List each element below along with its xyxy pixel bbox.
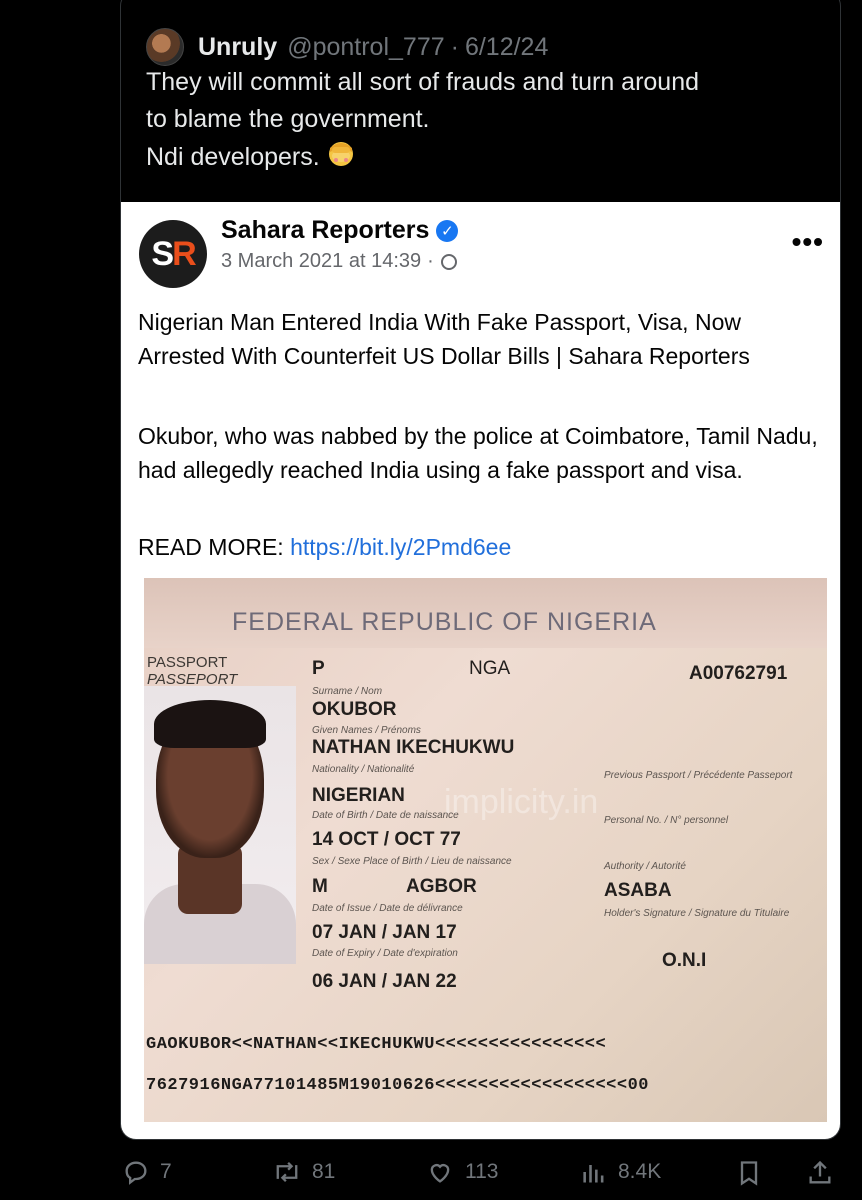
globe-icon (440, 253, 457, 270)
bookmark-icon (740, 1161, 758, 1186)
meta-separator: · (427, 250, 434, 272)
passport-label-en: PASSPORT (147, 654, 228, 671)
heart-icon (430, 1164, 450, 1183)
share-icon (809, 1160, 831, 1184)
passport-number: A00762791 (689, 663, 788, 684)
passport-dob: 14 OCT / OCT 77 (312, 829, 461, 850)
passport-authority: ASABA (604, 880, 672, 901)
passport-issue-date: 07 JAN / JAN 17 (312, 922, 457, 943)
post-headline: Nigerian Man Entered India With Fake Pas… (138, 309, 750, 369)
verified-badge-icon: ✓ (436, 219, 459, 242)
label-expiry: Date of Expiry / Date d'expiration (312, 948, 458, 959)
quoted-post-text: They will commit all sort of frauds and … (146, 68, 700, 171)
label-previous-passport: Previous Passport / Précédente Passeport (604, 770, 793, 781)
repost-icon (276, 1161, 298, 1183)
quoted-post-header: Unruly @pontrol_777 · 6/12/24 (146, 25, 548, 69)
verified-check: ✓ (441, 222, 454, 240)
views-button[interactable]: 8.4K (580, 1158, 661, 1186)
passport-nationality: NIGERIAN (312, 785, 405, 806)
logo-letter-r: R (172, 234, 197, 273)
face-palm-emoji-icon (324, 138, 358, 170)
passport-mrz-line-2: 7627916NGA77101485M19010626<<<<<<<<<<<<<… (146, 1076, 649, 1095)
views-count: 8.4K (618, 1160, 662, 1183)
page-name[interactable]: Sahara Reporters (221, 216, 429, 245)
label-sex-place: Sex / Sexe Place of Birth / Lieu de nais… (312, 856, 512, 867)
post-date[interactable]: 6/12/24 (465, 33, 548, 62)
post-timestamp[interactable]: 3 March 2021 at 14:39 (221, 250, 421, 273)
quoted-post-card[interactable]: Unruly @pontrol_777 · 6/12/24 They will … (120, 0, 841, 1140)
share-button[interactable] (806, 1158, 844, 1188)
page-name-row: Sahara Reporters ✓ (221, 216, 459, 245)
post-meta: 3 March 2021 at 14:39 · (221, 250, 457, 273)
passport-photo (144, 686, 296, 964)
repost-count: 81 (312, 1160, 336, 1183)
user-handle[interactable]: @pontrol_777 (287, 33, 444, 62)
passport-sex: M (312, 876, 328, 897)
image-watermark: implicity.in (444, 783, 599, 821)
more-options-icon[interactable]: ••• (792, 226, 824, 258)
label-given-names: Given Names / Prénoms (312, 725, 421, 736)
like-button[interactable]: 113 (425, 1158, 498, 1186)
label-nationality: Nationality / Nationalité (312, 764, 415, 775)
user-display-name[interactable]: Unruly (198, 33, 277, 62)
label-surname: Surname / Nom (312, 686, 383, 697)
separator-dot: · (450, 32, 459, 61)
label-personal-no: Personal No. / N° personnel (604, 815, 729, 826)
post-action-bar: 7 81 113 8.4K (0, 1150, 862, 1200)
passport-republic-title: FEDERAL REPUBLIC OF NIGERIA (232, 608, 657, 636)
label-issue: Date of Issue / Date de délivrance (312, 903, 463, 914)
quoted-post-text-wrap: They will commit all sort of frauds and … (146, 64, 826, 176)
passport-given-names: NATHAN IKECHUKWU (312, 737, 515, 758)
passport-type: P (312, 658, 325, 679)
passport-expiry-date: 06 JAN / JAN 22 (312, 971, 457, 992)
label-dob: Date of Birth / Date de naissance (312, 810, 459, 821)
views-chart-icon (583, 1165, 604, 1183)
passport-signature: O.N.I (662, 950, 707, 971)
bookmark-button[interactable] (735, 1158, 773, 1188)
read-more-line: READ MORE: https://bit.ly/2Pmd6ee (138, 530, 511, 564)
label-authority: Authority / Autorité (604, 861, 686, 872)
passport-mrz-line-1: GAOKUBOR<<NATHAN<<IKECHUKWU<<<<<<<<<<<<<… (146, 1035, 607, 1054)
label-holder-signature: Holder's Signature / Signature du Titula… (604, 908, 790, 919)
post-body: Okubor, who was nabbed by the police at … (138, 423, 818, 483)
passport-place-of-birth: AGBOR (406, 876, 477, 897)
embedded-facebook-post[interactable]: SR Sahara Reporters ✓ 3 March 2021 at 14… (121, 202, 840, 1139)
user-avatar[interactable] (146, 28, 184, 66)
photo-hair (154, 700, 266, 748)
logo-letter-s: S (151, 234, 174, 273)
passport-type-label: PASSPORT PASSEPORT (147, 654, 237, 688)
passport-image[interactable]: FEDERAL REPUBLIC OF NIGERIA PASSPORT PAS… (144, 578, 827, 1122)
read-more-label: READ MORE: (138, 534, 291, 560)
sahara-reporters-logo[interactable]: SR (139, 220, 207, 288)
reply-button[interactable]: 7 (122, 1158, 172, 1186)
passport-surname: OKUBOR (312, 699, 397, 720)
repost-button[interactable]: 81 (272, 1158, 335, 1186)
read-more-link[interactable]: https://bit.ly/2Pmd6ee (290, 534, 511, 560)
like-count: 113 (465, 1160, 499, 1183)
passport-country-code: NGA (469, 658, 511, 679)
reply-icon (125, 1161, 147, 1185)
reply-count: 7 (160, 1160, 172, 1183)
